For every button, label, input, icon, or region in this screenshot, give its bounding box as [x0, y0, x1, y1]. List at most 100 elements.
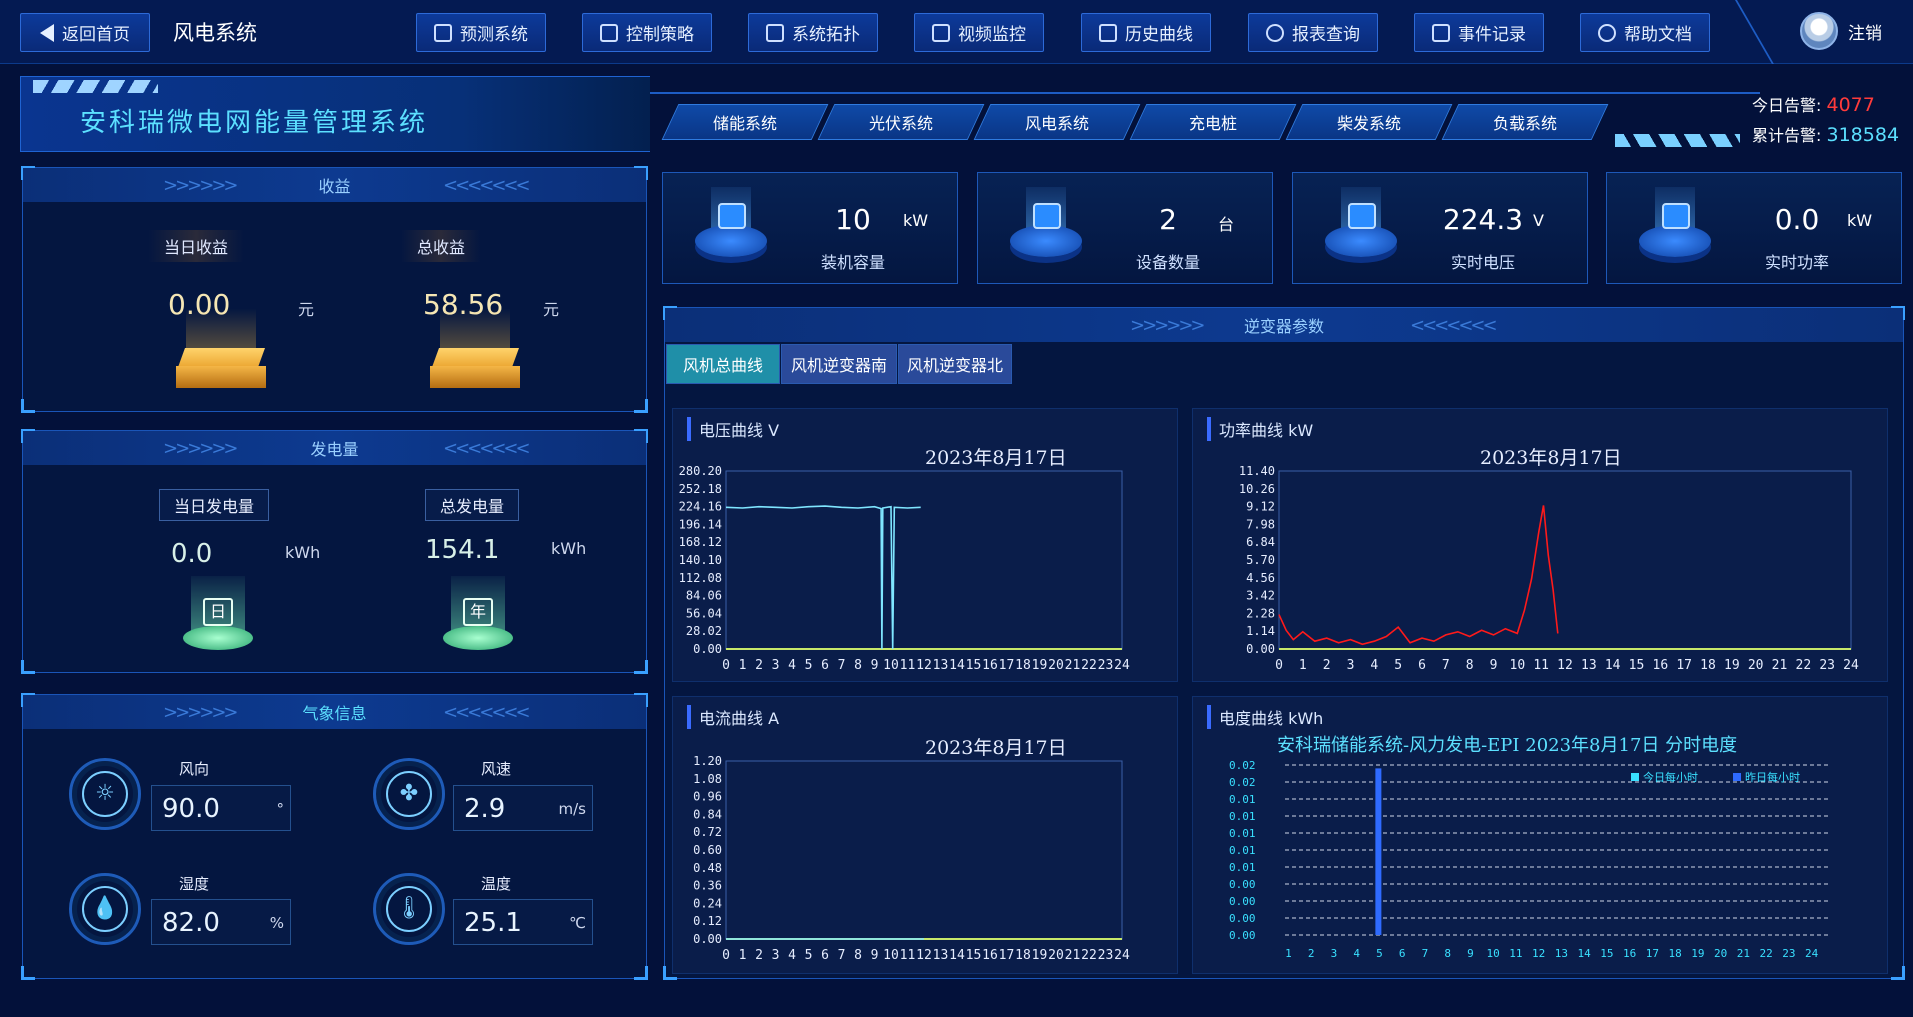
- revenue-unit: 元: [298, 300, 315, 319]
- x-tick-label: 18: [1015, 658, 1031, 673]
- x-tick-label: 14: [949, 948, 965, 963]
- y-tick-label: 9.12: [1246, 500, 1275, 514]
- nav-topology-button[interactable]: 系统拓扑: [748, 13, 878, 52]
- x-tick-label: 22: [1796, 658, 1812, 673]
- tab-wind[interactable]: 风电系统: [973, 104, 1141, 140]
- y-tick-label: 0.01: [1229, 810, 1256, 823]
- x-tick-label: 7: [1442, 658, 1450, 673]
- x-tick-label: 14: [1578, 947, 1592, 960]
- y-tick-label: 112.08: [679, 571, 722, 585]
- legend-swatch-yesterday: [1733, 773, 1741, 781]
- x-tick-label: 22: [1081, 658, 1097, 673]
- x-tick-label: 4: [1353, 947, 1360, 960]
- tab-inverter-south[interactable]: 风机逆变器南: [781, 344, 897, 384]
- x-tick-label: 1: [739, 948, 747, 963]
- tab-inverter-north[interactable]: 风机逆变器北: [898, 344, 1012, 384]
- tab-total-curve[interactable]: 风机总曲线: [666, 344, 780, 384]
- y-tick-label: 11.40: [1239, 464, 1275, 478]
- tab-storage[interactable]: 储能系统: [661, 104, 829, 140]
- avatar[interactable]: [1800, 12, 1838, 50]
- x-tick-label: 0: [1275, 658, 1283, 673]
- x-tick-label: 14: [1605, 658, 1621, 673]
- nav-label: 历史曲线: [1125, 25, 1193, 45]
- y-tick-label: 0.01: [1229, 827, 1256, 840]
- droplet-icon: 💧: [69, 873, 141, 945]
- document-icon: [1432, 23, 1450, 42]
- x-tick-label: 21: [1737, 947, 1750, 960]
- x-tick-label: 17: [999, 658, 1015, 673]
- tab-diesel[interactable]: 柴发系统: [1285, 104, 1453, 140]
- x-tick-label: 11: [900, 658, 916, 673]
- logout-link[interactable]: 注销: [1848, 19, 1882, 44]
- x-tick-label: 18: [1015, 948, 1031, 963]
- nav-control-button[interactable]: 控制策略: [582, 13, 712, 52]
- nav-label: 报表查询: [1292, 25, 1360, 45]
- x-tick-label: 9: [871, 658, 879, 673]
- generation-unit: kWh: [551, 539, 587, 558]
- x-tick-label: 2: [755, 658, 763, 673]
- x-tick-label: 10: [883, 948, 899, 963]
- nav-events-button[interactable]: 事件记录: [1414, 13, 1544, 52]
- y-tick-label: 4.56: [1246, 571, 1275, 585]
- x-tick-label: 19: [1724, 658, 1740, 673]
- x-tick-label: 18: [1669, 947, 1682, 960]
- wind-direction-unit: °: [276, 800, 285, 818]
- x-tick-label: 21: [1065, 948, 1081, 963]
- gauge-icon: [1348, 203, 1376, 229]
- tab-load[interactable]: 负载系统: [1441, 104, 1609, 140]
- nav-label: 事件记录: [1458, 25, 1526, 45]
- x-tick-label: 11: [1509, 947, 1522, 960]
- x-tick-label: 0: [722, 658, 730, 673]
- nav-report-button[interactable]: 报表查询: [1248, 13, 1378, 52]
- tab-pv[interactable]: 光伏系统: [817, 104, 985, 140]
- nav-label: 系统拓扑: [792, 25, 860, 45]
- sun-icon: ☼: [69, 758, 141, 830]
- x-tick-label: 13: [933, 658, 949, 673]
- nav-video-button[interactable]: 视频监控: [914, 13, 1044, 52]
- y-tick-label: 0.00: [1246, 642, 1275, 656]
- x-tick-label: 1: [1299, 658, 1307, 673]
- x-tick-label: 7: [838, 658, 846, 673]
- stat-unit: 台: [1218, 215, 1235, 234]
- user-menu[interactable]: 注销: [1800, 12, 1882, 50]
- y-tick-label: 2.28: [1246, 606, 1275, 620]
- x-tick-label: 15: [966, 948, 982, 963]
- nav-forecast-button[interactable]: 预测系统: [416, 13, 546, 52]
- y-tick-label: 0.02: [1229, 776, 1256, 789]
- x-tick-label: 15: [1600, 947, 1613, 960]
- nav-label: 帮助文档: [1624, 25, 1692, 45]
- alarm-today: 今日告警: 4077: [1752, 92, 1875, 116]
- tab-label: 光伏系统: [868, 114, 933, 133]
- x-tick-label: 14: [949, 658, 965, 673]
- x-tick-label: 6: [821, 948, 829, 963]
- tab-charging[interactable]: 充电桩: [1129, 104, 1297, 140]
- x-tick-label: 10: [1510, 658, 1526, 673]
- nav-label: 预测系统: [460, 25, 528, 45]
- x-tick-label: 20: [1748, 658, 1764, 673]
- wind-direction-value: 90.0: [162, 794, 220, 824]
- y-tick-label: 1.20: [693, 754, 722, 768]
- x-tick-label: 0: [722, 948, 730, 963]
- nav-help-button[interactable]: 帮助文档: [1580, 13, 1710, 52]
- help-icon: [1598, 23, 1616, 42]
- calendar-day-icon: 日: [183, 576, 253, 656]
- wind-direction-label: 风向: [179, 760, 210, 778]
- panel-header: >>>>>> 发电量 <<<<<<<: [23, 431, 646, 465]
- x-tick-label: 20: [1048, 658, 1064, 673]
- x-tick-label: 13: [933, 948, 949, 963]
- current-chart: 电流曲线 A 2023年8月17日 0.00 0.12 0.24 0.36 0.48 0.…: [672, 696, 1178, 974]
- x-tick-label: 11: [1533, 658, 1549, 673]
- x-tick-label: 5: [805, 658, 813, 673]
- x-tick-label: 4: [1370, 658, 1378, 673]
- generation-panel: >>>>>> 发电量 <<<<<<< 当日发电量 总发电量 0.0 kWh 15…: [21, 429, 648, 674]
- legend-label: 昨日每小时: [1745, 770, 1800, 784]
- tab-label: 负载系统: [1492, 114, 1557, 133]
- tab-label: 柴发系统: [1336, 114, 1401, 133]
- y-tick-label: 0.84: [693, 807, 722, 821]
- nav-history-button[interactable]: 历史曲线: [1081, 13, 1211, 52]
- y-tick-label: 252.18: [679, 482, 722, 496]
- x-tick-label: 23: [1819, 658, 1835, 673]
- x-tick-label: 17: [1646, 947, 1659, 960]
- back-home-button[interactable]: 返回首页: [20, 13, 150, 52]
- today-generation-value: 0.0: [171, 539, 213, 569]
